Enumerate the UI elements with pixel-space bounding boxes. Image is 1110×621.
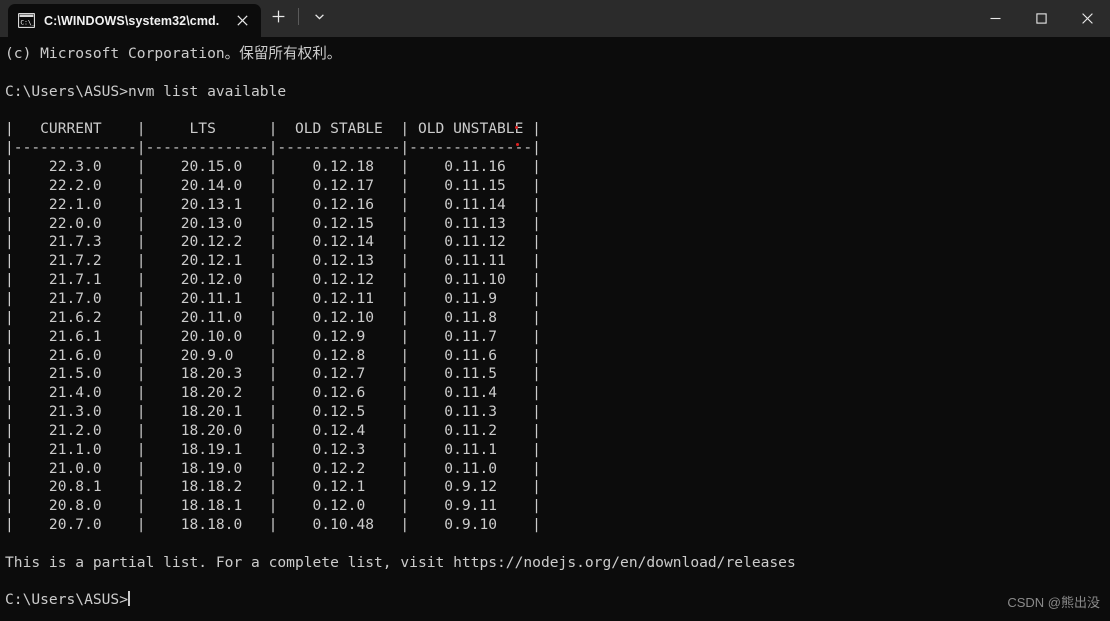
version-table: | CURRENT | LTS | OLD STABLE | OLD UNSTA…	[5, 120, 541, 534]
prompt-command-line: C:\Users\ASUS>nvm list available	[5, 82, 287, 100]
window-controls	[972, 0, 1110, 37]
footer-note: This is a partial list. For a complete l…	[5, 553, 796, 571]
render-artifact-dot	[515, 126, 518, 129]
copyright-line: (c) Microsoft Corporation。保留所有权利。	[5, 45, 342, 62]
csdn-watermark: CSDN @熊出没	[1007, 595, 1100, 610]
title-bar: C:\_ C:\WINDOWS\system32\cmd.	[0, 0, 1110, 37]
chevron-down-icon[interactable]	[302, 2, 336, 32]
final-prompt: C:\Users\ASUS>	[5, 591, 129, 609]
terminal-window: C:\_ C:\WINDOWS\system32\cmd. (c) Micros…	[0, 0, 1110, 621]
tab-bar-actions	[261, 0, 336, 37]
cmd-console-icon: C:\_	[17, 12, 36, 29]
terminal-body[interactable]: (c) Microsoft Corporation。保留所有权利。 C:\Use…	[0, 37, 1110, 621]
tab-bar-divider	[298, 8, 300, 25]
svg-text:C:\_: C:\_	[20, 20, 35, 27]
text-cursor	[128, 591, 131, 607]
maximize-button[interactable]	[1018, 0, 1064, 37]
tab-cmd[interactable]: C:\_ C:\WINDOWS\system32\cmd.	[8, 4, 262, 37]
terminal-output: (c) Microsoft Corporation。保留所有权利。 C:\Use…	[5, 45, 1110, 610]
tab-title: C:\WINDOWS\system32\cmd.	[44, 13, 220, 28]
close-button[interactable]	[1064, 0, 1110, 37]
tab-strip: C:\_ C:\WINDOWS\system32\cmd.	[0, 0, 336, 37]
tab-close-icon[interactable]	[229, 8, 255, 34]
minimize-button[interactable]	[972, 0, 1018, 37]
new-tab-button[interactable]	[261, 2, 295, 32]
render-artifact-dot	[516, 143, 519, 146]
